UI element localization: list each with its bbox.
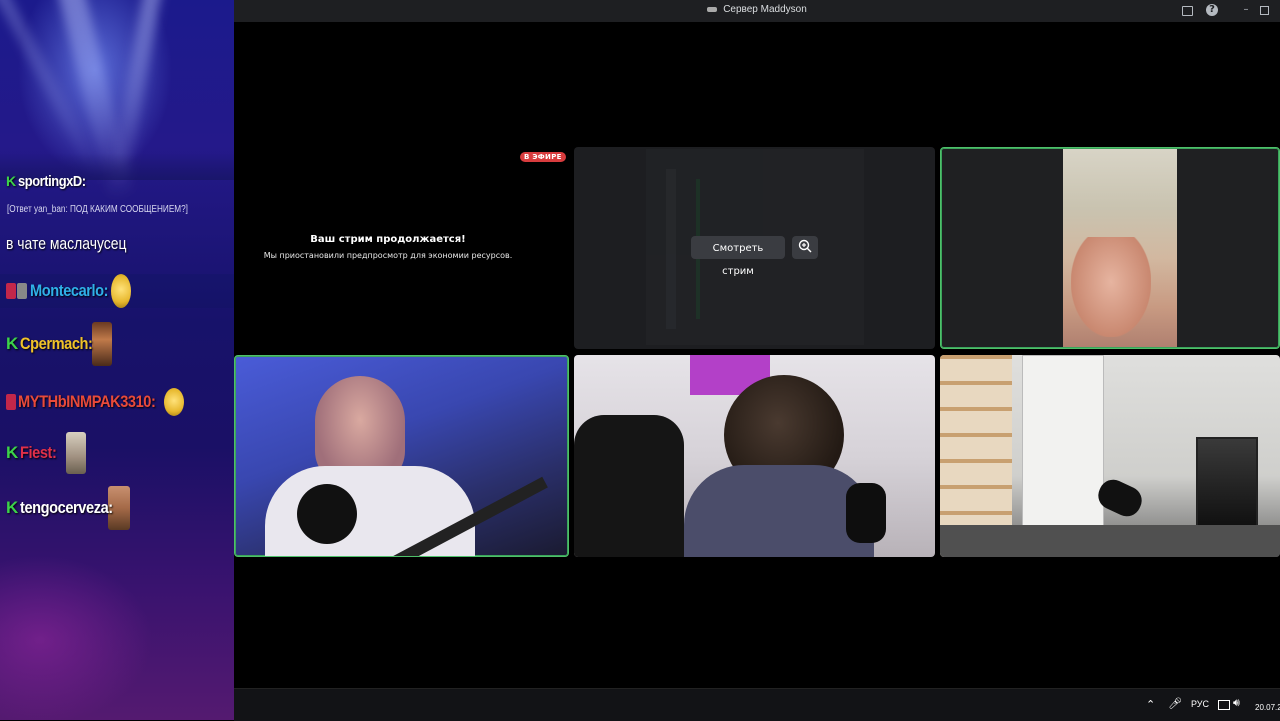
chat-message: в чате маслачусец — [6, 234, 127, 253]
door — [1022, 355, 1104, 527]
maximize-icon[interactable] — [1260, 6, 1269, 15]
microphone-tray-icon[interactable]: 🎤︎ — [1168, 697, 1182, 710]
minimize-icon[interactable]: – — [1240, 4, 1252, 16]
network-icon[interactable] — [1218, 700, 1230, 710]
chat-username: sportingxD: — [17, 172, 86, 190]
chat-reply-line: [Ответ yan_ban: ПОД КАКИМ СООБЩЕНИЕМ?] — [7, 204, 188, 215]
grin-emote-icon — [110, 274, 131, 308]
stream-paused-title: Ваш стрим продолжается! — [310, 234, 466, 245]
face-emote-icon — [92, 322, 113, 366]
floor — [940, 525, 1280, 557]
stream-chat-overlay: K sportingxD: [Ответ yan_ban: ПОД КАКИМ … — [0, 0, 234, 720]
pop-out-button[interactable] — [792, 236, 818, 259]
chat-entry: K Fiest: — [0, 432, 234, 474]
laugh-emote-icon — [163, 388, 184, 416]
volume-icon[interactable]: 🔊︎ — [1233, 697, 1240, 710]
server-icon — [707, 6, 718, 12]
own-stream-tile[interactable] — [234, 147, 570, 349]
zoom-plus-icon — [798, 239, 812, 253]
stream-paused-subtitle: Мы приостановили предпросмотр для эконом… — [263, 251, 513, 260]
participant-face — [1071, 237, 1151, 337]
live-badge-icon — [6, 283, 16, 299]
chat-entry-partial: K sportingxD: — [6, 172, 86, 190]
chat-entry: K Cpermach: — [0, 322, 234, 366]
chair — [574, 415, 684, 557]
help-icon[interactable]: ? — [1206, 4, 1218, 16]
clock-date[interactable]: 20.07.2 — [1255, 703, 1280, 712]
chevron-up-icon[interactable]: ⌃ — [1146, 698, 1155, 711]
speaking-participant-tile[interactable] — [234, 355, 569, 557]
poster — [1196, 437, 1258, 533]
inbox-icon[interactable] — [1182, 6, 1193, 16]
participant-video — [1063, 149, 1177, 347]
chat-entry: Montecarlo: — [0, 274, 234, 308]
live-badge-icon — [6, 394, 16, 410]
chat-username: Montecarlo: — [30, 281, 109, 300]
microphone-icon — [297, 484, 357, 544]
chat-entry: MYTHbINMPAK3310: — [0, 384, 234, 420]
live-badge: В ЭФИРЕ — [520, 152, 566, 162]
participant-camera-tile[interactable] — [940, 355, 1280, 557]
microphone-icon — [846, 483, 886, 543]
language-indicator[interactable]: РУС — [1191, 699, 1209, 709]
cat-emote-icon — [66, 432, 87, 474]
window-title: Сервер Maddyson — [723, 4, 807, 15]
windows-taskbar: ⌃ 🎤︎ РУС 🔊︎ 20.07.2 — [234, 688, 1280, 721]
participant-camera-tile[interactable] — [940, 147, 1280, 349]
chat-username: Cpermach: — [19, 334, 93, 353]
participant-camera-tile[interactable] — [574, 355, 935, 557]
chat-entry: K tengocerveza: — [0, 486, 234, 530]
watch-stream-button[interactable]: Смотреть стрим — [691, 236, 785, 277]
title-bar: Сервер Maddyson ? – — [234, 0, 1280, 22]
chat-username: Fiest: — [19, 443, 57, 462]
chat-username: tengocerveza: — [19, 498, 113, 517]
sub-badge-icon — [17, 283, 27, 299]
chat-username: MYTHbINMPAK3310: — [18, 392, 156, 411]
